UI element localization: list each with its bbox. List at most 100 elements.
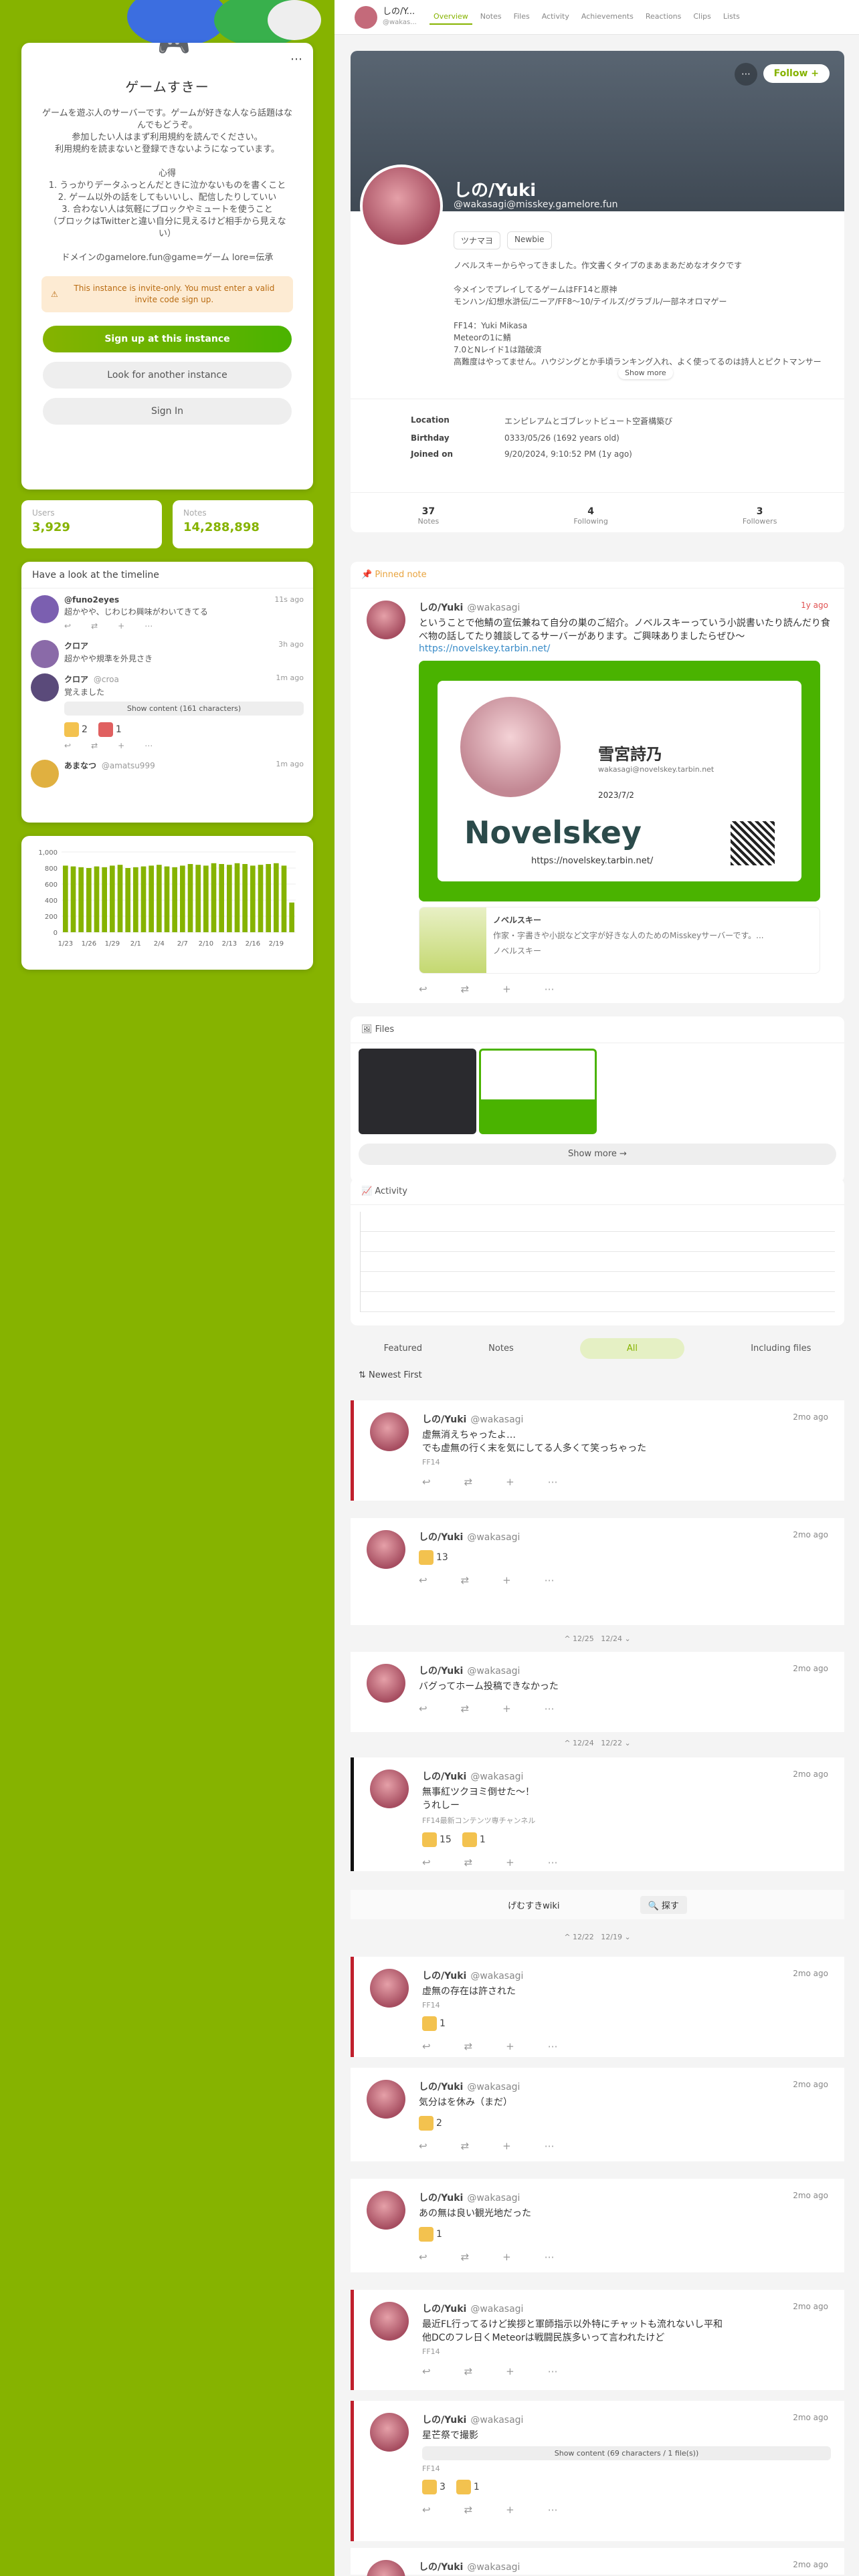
more-icon[interactable]: ⋯ [545, 2251, 555, 2263]
avatar[interactable] [367, 1530, 405, 1569]
renote-icon[interactable]: ⇄ [464, 2365, 473, 2377]
note-time[interactable]: 2mo ago [793, 1969, 828, 1978]
tab-files[interactable]: Files [510, 9, 534, 25]
avatar[interactable] [370, 2302, 409, 2341]
avatar[interactable] [31, 595, 59, 623]
more-icon[interactable]: ⋯ [145, 621, 153, 631]
timeline-note[interactable]: しの/Yuki @wakasagi 2mo ago 虚無消えちゃったよ… でも虚無の行… [351, 1400, 844, 1501]
note[interactable]: しの/Yuki @wakasagi 2mo ago 気分はを休み（まだ） 2 ↩ ⇄ + ⋯ [351, 2068, 844, 2159]
plus-icon[interactable]: + [502, 1574, 511, 1586]
avatar[interactable] [367, 2080, 405, 2119]
following-count[interactable]: 4 Following [573, 506, 608, 526]
renote-icon[interactable]: ⇄ [91, 741, 98, 750]
avatar[interactable] [355, 5, 377, 29]
more-icon[interactable]: ⋯ [548, 1476, 558, 1488]
note-user[interactable]: クロア [64, 641, 88, 651]
note[interactable]: しの/Yuki@wakasagi2mo ago↩⇄+⋯ [351, 2548, 844, 2576]
tab-notes-filter[interactable]: Notes [488, 1344, 514, 1354]
tab-all[interactable]: All [579, 1337, 685, 1359]
more-icon[interactable]: ⋯ [545, 983, 555, 995]
timeline-note[interactable]: しの/Yuki @wakasagi 2mo ago バグってホーム投稿できなかった ↩ ⇄… [351, 1652, 844, 1732]
files-show-more-button[interactable]: Show more → [359, 1144, 836, 1165]
tab-clips[interactable]: Clips [689, 9, 715, 25]
reply-icon[interactable]: ↩ [64, 741, 71, 750]
note[interactable]: しの/Yuki @wakasagi 2mo ago あの無は良い観光地だった 1 ↩ ⇄ + ⋯ [351, 2179, 844, 2270]
tab-reactions[interactable]: Reactions [642, 9, 686, 25]
plus-icon[interactable]: + [506, 1856, 514, 1868]
reply-icon[interactable]: ↩ [419, 1703, 427, 1715]
reaction[interactable]: 1 [419, 2227, 442, 2242]
avatar[interactable] [370, 1769, 409, 1808]
avatar[interactable] [367, 1664, 405, 1703]
note[interactable]: しの/Yuki @wakasagi 2mo ago バグってホーム投稿できなかった ↩ ⇄… [351, 1652, 844, 1721]
renote-icon[interactable]: ⇄ [464, 1856, 473, 1868]
avatar[interactable] [370, 1412, 409, 1451]
file-thumbnail[interactable] [479, 1049, 597, 1134]
plus-icon[interactable]: + [118, 621, 124, 631]
reaction[interactable]: 1 [456, 2480, 480, 2494]
plus-icon[interactable]: + [502, 2251, 511, 2263]
renote-icon[interactable]: ⇄ [461, 1574, 470, 1586]
timeline-note[interactable]: しの/Yuki @wakasagi 2mo ago 星芒祭で撮影 Show conten… [351, 2401, 844, 2541]
note-time[interactable]: 2mo ago [793, 1664, 828, 1673]
note-user[interactable]: しの/Yuki [422, 1969, 466, 1982]
avatar[interactable] [367, 2560, 405, 2576]
note[interactable]: しの/Yuki @wakasagi 2mo ago 無事紅ツクヨミ倒せた〜！ うれしー… [354, 1757, 844, 1875]
avatar[interactable] [31, 760, 59, 788]
reaction[interactable]: 13 [419, 1550, 448, 1565]
list-item[interactable]: クロア @croa 1m ago 覚えました Show content (161… [21, 667, 313, 753]
list-item[interactable]: あまなつ @amatsu999 1m ago [21, 753, 313, 788]
tab-overview[interactable]: Overview [430, 9, 472, 25]
reply-icon[interactable]: ↩ [419, 983, 427, 995]
more-icon[interactable]: ⋯ [548, 2504, 558, 2516]
plus-icon[interactable]: + [506, 1476, 514, 1488]
plus-icon[interactable]: + [506, 2040, 514, 2052]
note-user[interactable]: しの/Yuki [422, 1769, 466, 1783]
reply-icon[interactable]: ↩ [64, 621, 71, 631]
note-time[interactable]: 2mo ago [793, 2191, 828, 2200]
note[interactable]: しの/Yuki @wakasagi 2mo ago 星芒祭で撮影 Show conten… [354, 2401, 844, 2523]
tab-lists[interactable]: Lists [719, 9, 744, 25]
plus-icon[interactable]: + [502, 2140, 511, 2152]
timeline-note[interactable]: しの/Yuki @wakasagi 2mo ago 最近FL行ってるけど挨拶と軍師指示… [351, 2290, 844, 2390]
note-channel[interactable]: FF14 [422, 2001, 831, 2010]
note-time[interactable]: 2mo ago [793, 1769, 828, 1779]
more-icon[interactable]: ⋯ [548, 1856, 558, 1868]
reply-icon[interactable]: ↩ [422, 2504, 431, 2516]
file-thumbnail[interactable] [359, 1049, 476, 1134]
reaction[interactable]: 2 [64, 722, 88, 737]
reaction[interactable]: 1 [462, 1832, 486, 1847]
note-user[interactable]: @funo2eyes [64, 595, 119, 605]
tab-achievements[interactable]: Achievements [577, 9, 638, 25]
notes-count[interactable]: 37 Notes [418, 506, 440, 526]
note-user[interactable]: しの/Yuki [419, 2080, 463, 2093]
reply-icon[interactable]: ↩ [419, 2251, 427, 2263]
note-time[interactable]: 2mo ago [793, 1412, 828, 1422]
note-time[interactable]: 2mo ago [793, 2302, 828, 2311]
note-user[interactable]: しの/Yuki [419, 2560, 463, 2573]
reaction[interactable]: 2 [419, 2116, 442, 2131]
more-icon[interactable]: ⋯ [545, 2140, 555, 2152]
reply-icon[interactable]: ↩ [422, 2365, 431, 2377]
followers-count[interactable]: 3 Followers [743, 506, 777, 526]
note-user[interactable]: しの/Yuki [422, 2302, 466, 2315]
reply-icon[interactable]: ↩ [422, 2040, 431, 2052]
signin-button[interactable]: Sign In [43, 398, 292, 425]
more-icon[interactable]: ⋯ [545, 1574, 555, 1586]
tab-featured[interactable]: Featured [384, 1344, 422, 1354]
note-user[interactable]: しの/Yuki [422, 2413, 466, 2426]
note-user[interactable]: しの/Yuki [422, 1412, 466, 1426]
note-channel[interactable]: FF14 [422, 2464, 831, 2473]
more-icon[interactable]: ⋯ [145, 741, 153, 750]
reply-icon[interactable]: ↩ [419, 2140, 427, 2152]
note[interactable]: しの/Yuki @wakasagi 2mo ago 最近FL行ってるけど挨拶と軍師指示… [354, 2290, 844, 2384]
avatar[interactable] [367, 601, 405, 639]
reaction[interactable]: 15 [422, 1832, 452, 1847]
renote-icon[interactable]: ⇄ [461, 1703, 470, 1715]
follow-button[interactable]: Follow + [763, 64, 830, 83]
note[interactable]: しの/Yuki @wakasagi 2mo ago 13 ↩ ⇄ + ⋯ [351, 1518, 844, 1593]
reply-icon[interactable]: ↩ [422, 1476, 431, 1488]
list-item[interactable]: @funo2eyes 11s ago 超かやや、じわじわ興味がわいてきてる ↩ ⇄… [21, 588, 313, 633]
note-time[interactable]: 2mo ago [793, 2413, 828, 2422]
more-icon[interactable]: ⋯ [548, 2365, 558, 2377]
